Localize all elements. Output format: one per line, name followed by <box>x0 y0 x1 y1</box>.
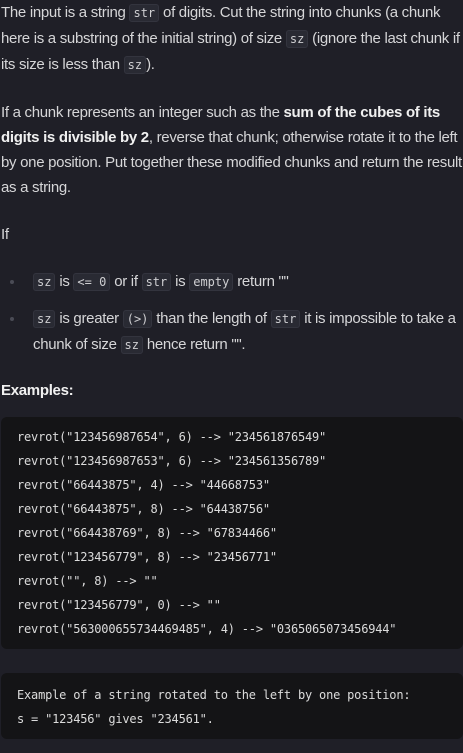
text: The input is a string <box>1 4 130 21</box>
code-line: revrot("", 8) --> "" <box>17 574 158 588</box>
inline-code: (>) <box>122 310 153 328</box>
code-line: revrot("664438769", 8) --> "67834466" <box>17 526 277 540</box>
code-line: Example of a string rotated to the left … <box>17 688 411 702</box>
inline-code: sz <box>120 336 143 354</box>
text: is <box>171 273 190 290</box>
if-paragraph: If <box>1 226 9 243</box>
code-line: revrot("123456779", 0) --> "" <box>17 598 221 612</box>
examples-code-block: revrot("123456987654", 6) --> "234561876… <box>1 417 463 649</box>
code-line: revrot("66443875", 8) --> "64438756" <box>17 502 270 516</box>
text: hence return "". <box>142 336 246 353</box>
conditions-list: sz is <= 0 or if str is empty return "" … <box>1 269 463 358</box>
rule-paragraph: If a chunk represents an integer such as… <box>1 100 463 200</box>
intro-paragraph: The input is a string str of digits. Cut… <box>1 0 463 78</box>
inline-code: <= 0 <box>73 273 111 291</box>
text: If a chunk represents an integer such as… <box>1 104 284 121</box>
text: or if <box>110 273 142 290</box>
code-line: revrot("123456987654", 6) --> "234561876… <box>17 430 327 444</box>
inline-code: sz <box>33 273 56 291</box>
inline-code: sz <box>285 30 309 48</box>
inline-code: str <box>270 310 301 328</box>
text: return "" <box>233 273 289 290</box>
rotation-code-block: Example of a string rotated to the left … <box>1 673 463 739</box>
inline-code: str <box>141 273 172 291</box>
code-line: s = "123456" gives "234561". <box>17 712 214 726</box>
examples-heading: Examples: <box>1 382 74 399</box>
text: is <box>55 273 74 290</box>
bullet-icon <box>10 280 14 284</box>
bullet-icon <box>10 317 14 321</box>
code-line: revrot("123456779", 8) --> "23456771" <box>17 550 277 564</box>
list-item: sz is greater (>) than the length of str… <box>1 306 463 358</box>
list-item: sz is <= 0 or if str is empty return "" <box>1 269 463 295</box>
inline-code: sz <box>33 310 56 328</box>
text: than the length of <box>152 310 271 327</box>
text: ). <box>146 56 155 73</box>
text: is greater <box>55 310 123 327</box>
code-line: revrot("66443875", 4) --> "44668753" <box>17 478 270 492</box>
inline-code: empty <box>189 273 234 291</box>
code-line: revrot("123456987653", 6) --> "234561356… <box>17 454 327 468</box>
kata-description: The input is a string str of digits. Cut… <box>0 0 463 739</box>
code-line: revrot("563000655734469485", 4) --> "036… <box>17 622 397 636</box>
inline-code: str <box>129 4 160 22</box>
inline-code: sz <box>123 56 147 74</box>
